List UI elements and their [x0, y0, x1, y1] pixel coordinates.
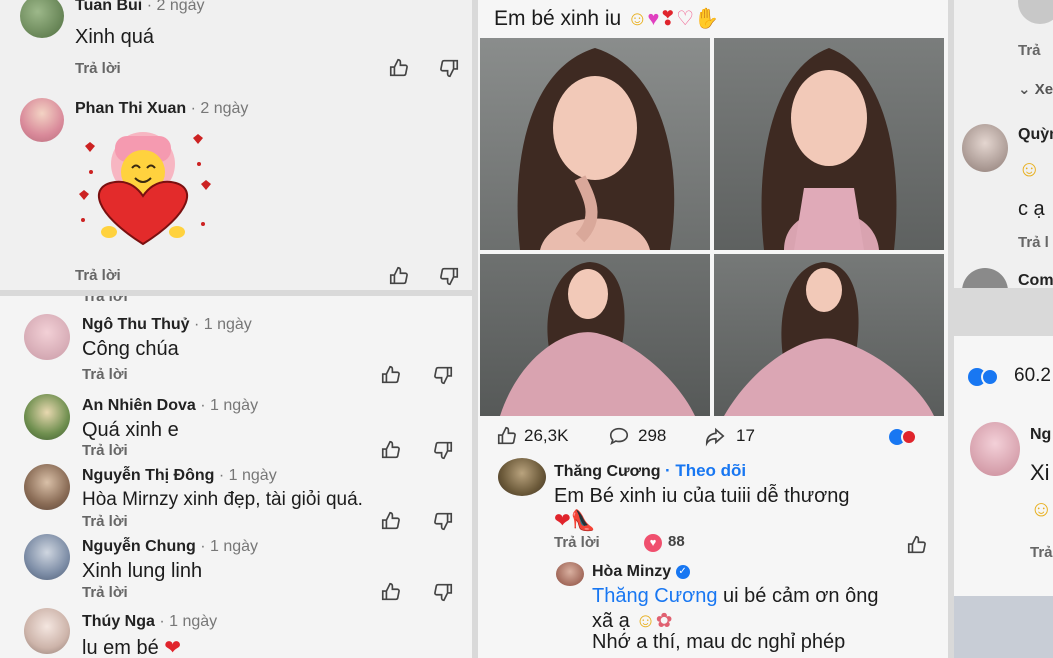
like-icon[interactable]: [380, 581, 402, 603]
mention-link[interactable]: Thăng Cương: [592, 585, 717, 607]
reply-link[interactable]: Trả: [1018, 42, 1041, 59]
reply-link[interactable]: Trả lời: [554, 534, 600, 551]
avatar[interactable]: [20, 0, 64, 38]
comment-text: c ạ: [1018, 198, 1045, 220]
dislike-icon[interactable]: [432, 510, 454, 532]
avatar[interactable]: [962, 124, 1008, 172]
post-photo-2[interactable]: [714, 38, 944, 250]
post-caption: Em bé xinh iu ☺♥❣♡✋: [494, 7, 719, 30]
avatar[interactable]: [556, 562, 584, 586]
comment-text: Xi: [1030, 460, 1050, 485]
dislike-icon[interactable]: [432, 581, 454, 603]
comment-author[interactable]: Hòa Minzy ✓: [592, 563, 690, 581]
comment-text: Xinh lung linh: [82, 560, 203, 582]
emoji-icon: ☺: [1030, 496, 1053, 521]
like-icon[interactable]: [388, 57, 410, 79]
comment-text: xã ạ ☺✿: [592, 610, 673, 632]
post-photo-3[interactable]: [480, 254, 710, 416]
like-icon[interactable]: [380, 439, 402, 461]
post-panel: Em bé xinh iu ☺♥❣♡✋ 26,3K 298 17 Thăng C…: [478, 0, 948, 658]
reply-link[interactable]: Trả lời: [75, 60, 121, 77]
comment-text: Quá xinh e: [82, 419, 179, 441]
avatar[interactable]: [498, 458, 546, 496]
chevron-down-icon: ⌄: [1018, 81, 1031, 98]
comment-author[interactable]: Phan Thi Xuan · 2 ngày: [75, 100, 248, 118]
avatar[interactable]: [24, 314, 70, 360]
reply-link[interactable]: Trả lời: [82, 366, 128, 383]
heart-reaction-icon: ♥: [644, 534, 662, 552]
comment-text: Thăng Cương ui bé cảm ơn ông: [592, 585, 879, 607]
post-photo-4[interactable]: [714, 254, 944, 416]
emoji-row-icon: ☺: [635, 610, 656, 632]
avatar[interactable]: [962, 268, 1008, 288]
reply-link[interactable]: Trả lời: [82, 513, 128, 530]
like-icon[interactable]: [380, 510, 402, 532]
reply-link[interactable]: Trả lời: [75, 267, 121, 284]
like-icon[interactable]: [496, 425, 518, 447]
like-icon[interactable]: [380, 364, 402, 386]
share-count: 17: [736, 426, 755, 445]
view-more-link[interactable]: ⌄ Xe: [1018, 80, 1053, 98]
laugh-emoji-icon: ☺: [1018, 156, 1041, 181]
avatar[interactable]: [970, 422, 1020, 476]
comment-icon[interactable]: [608, 425, 630, 447]
reaction-count: 88: [668, 533, 685, 550]
reaction-count: 60.2: [1014, 365, 1051, 386]
reply-link-cut[interactable]: Trả lời: [82, 296, 128, 305]
verified-badge-icon: ✓: [675, 564, 690, 579]
comment-author[interactable]: Nguyễn Chung · 1 ngày: [82, 538, 258, 556]
emoji-row-icon: ☺♥❣♡✋: [627, 8, 719, 30]
comment-author[interactable]: Com: [1018, 272, 1053, 288]
reaction-summary-icon: [889, 429, 929, 445]
dislike-icon[interactable]: [438, 57, 460, 79]
comment-text: Công chúa: [82, 338, 179, 360]
avatar[interactable]: [1018, 0, 1053, 24]
comment-text: Hòa Mirnzy xinh đẹp, tài giỏi quá.: [82, 489, 363, 510]
like-count: 26,3K: [524, 426, 569, 445]
comment-text: Em Bé xinh iu của tuiii dễ thương: [554, 485, 850, 507]
dislike-icon[interactable]: [438, 265, 460, 287]
comments-panel-top: Tuan Bui · 2 ngày Xinh quá Trả lời Phan …: [0, 0, 472, 290]
emoji-row-icon: ❤👠: [554, 510, 596, 532]
like-icon[interactable]: [906, 534, 928, 556]
comment-author[interactable]: Ng: [1030, 426, 1051, 444]
right-panel-bottom: 60.2 Ng Xi ☺ Trả: [954, 336, 1053, 658]
post-photo-1[interactable]: [480, 38, 710, 250]
like-icon[interactable]: [388, 265, 410, 287]
avatar[interactable]: [24, 534, 70, 580]
comment-author[interactable]: Thăng Cương · Theo dõi: [554, 461, 746, 481]
comment-author[interactable]: Tuan Bui · 2 ngày: [75, 0, 205, 15]
avatar[interactable]: [24, 464, 70, 510]
share-icon[interactable]: [704, 425, 726, 447]
avatar[interactable]: [24, 608, 70, 654]
dislike-icon[interactable]: [432, 364, 454, 386]
reply-link[interactable]: Trả lời: [82, 584, 128, 601]
comment-count: 298: [638, 426, 667, 445]
comment-text: Xinh quá: [75, 26, 154, 48]
right-panel-top: Trả ⌄ Xe Quỳn ☺ c ạ Trả l Com: [954, 0, 1053, 288]
comment-author[interactable]: Nguyễn Thị Đông · 1 ngày: [82, 467, 277, 485]
dislike-icon[interactable]: [432, 439, 454, 461]
reply-link[interactable]: Trả l: [1018, 234, 1049, 251]
comment-text: Nhớ a thí, mau dc nghỉ phép: [592, 631, 846, 653]
reply-link[interactable]: Trả lời: [82, 442, 128, 459]
comment-author[interactable]: Ngô Thu Thuỷ · 1 ngày: [82, 316, 252, 334]
comments-panel-bottom: Trả lời Ngô Thu Thuỷ · 1 ngày Công chúa …: [0, 296, 472, 658]
reaction-summary-icon: [968, 368, 1008, 386]
comment-author[interactable]: Quỳn: [1018, 126, 1053, 144]
heart-icon: ❤: [164, 637, 182, 658]
follow-link[interactable]: · Theo dõi: [665, 461, 746, 480]
reply-link[interactable]: Trả: [1030, 544, 1053, 561]
avatar[interactable]: [24, 394, 70, 440]
heart-hug-sticker: [75, 124, 215, 254]
comment-author[interactable]: An Nhiên Dova · 1 ngày: [82, 397, 258, 415]
avatar[interactable]: [20, 98, 64, 142]
content-block: [954, 596, 1053, 658]
comment-author[interactable]: Thúy Nga · 1 ngày: [82, 613, 217, 631]
comment-text: lu em bé ❤: [82, 637, 182, 658]
